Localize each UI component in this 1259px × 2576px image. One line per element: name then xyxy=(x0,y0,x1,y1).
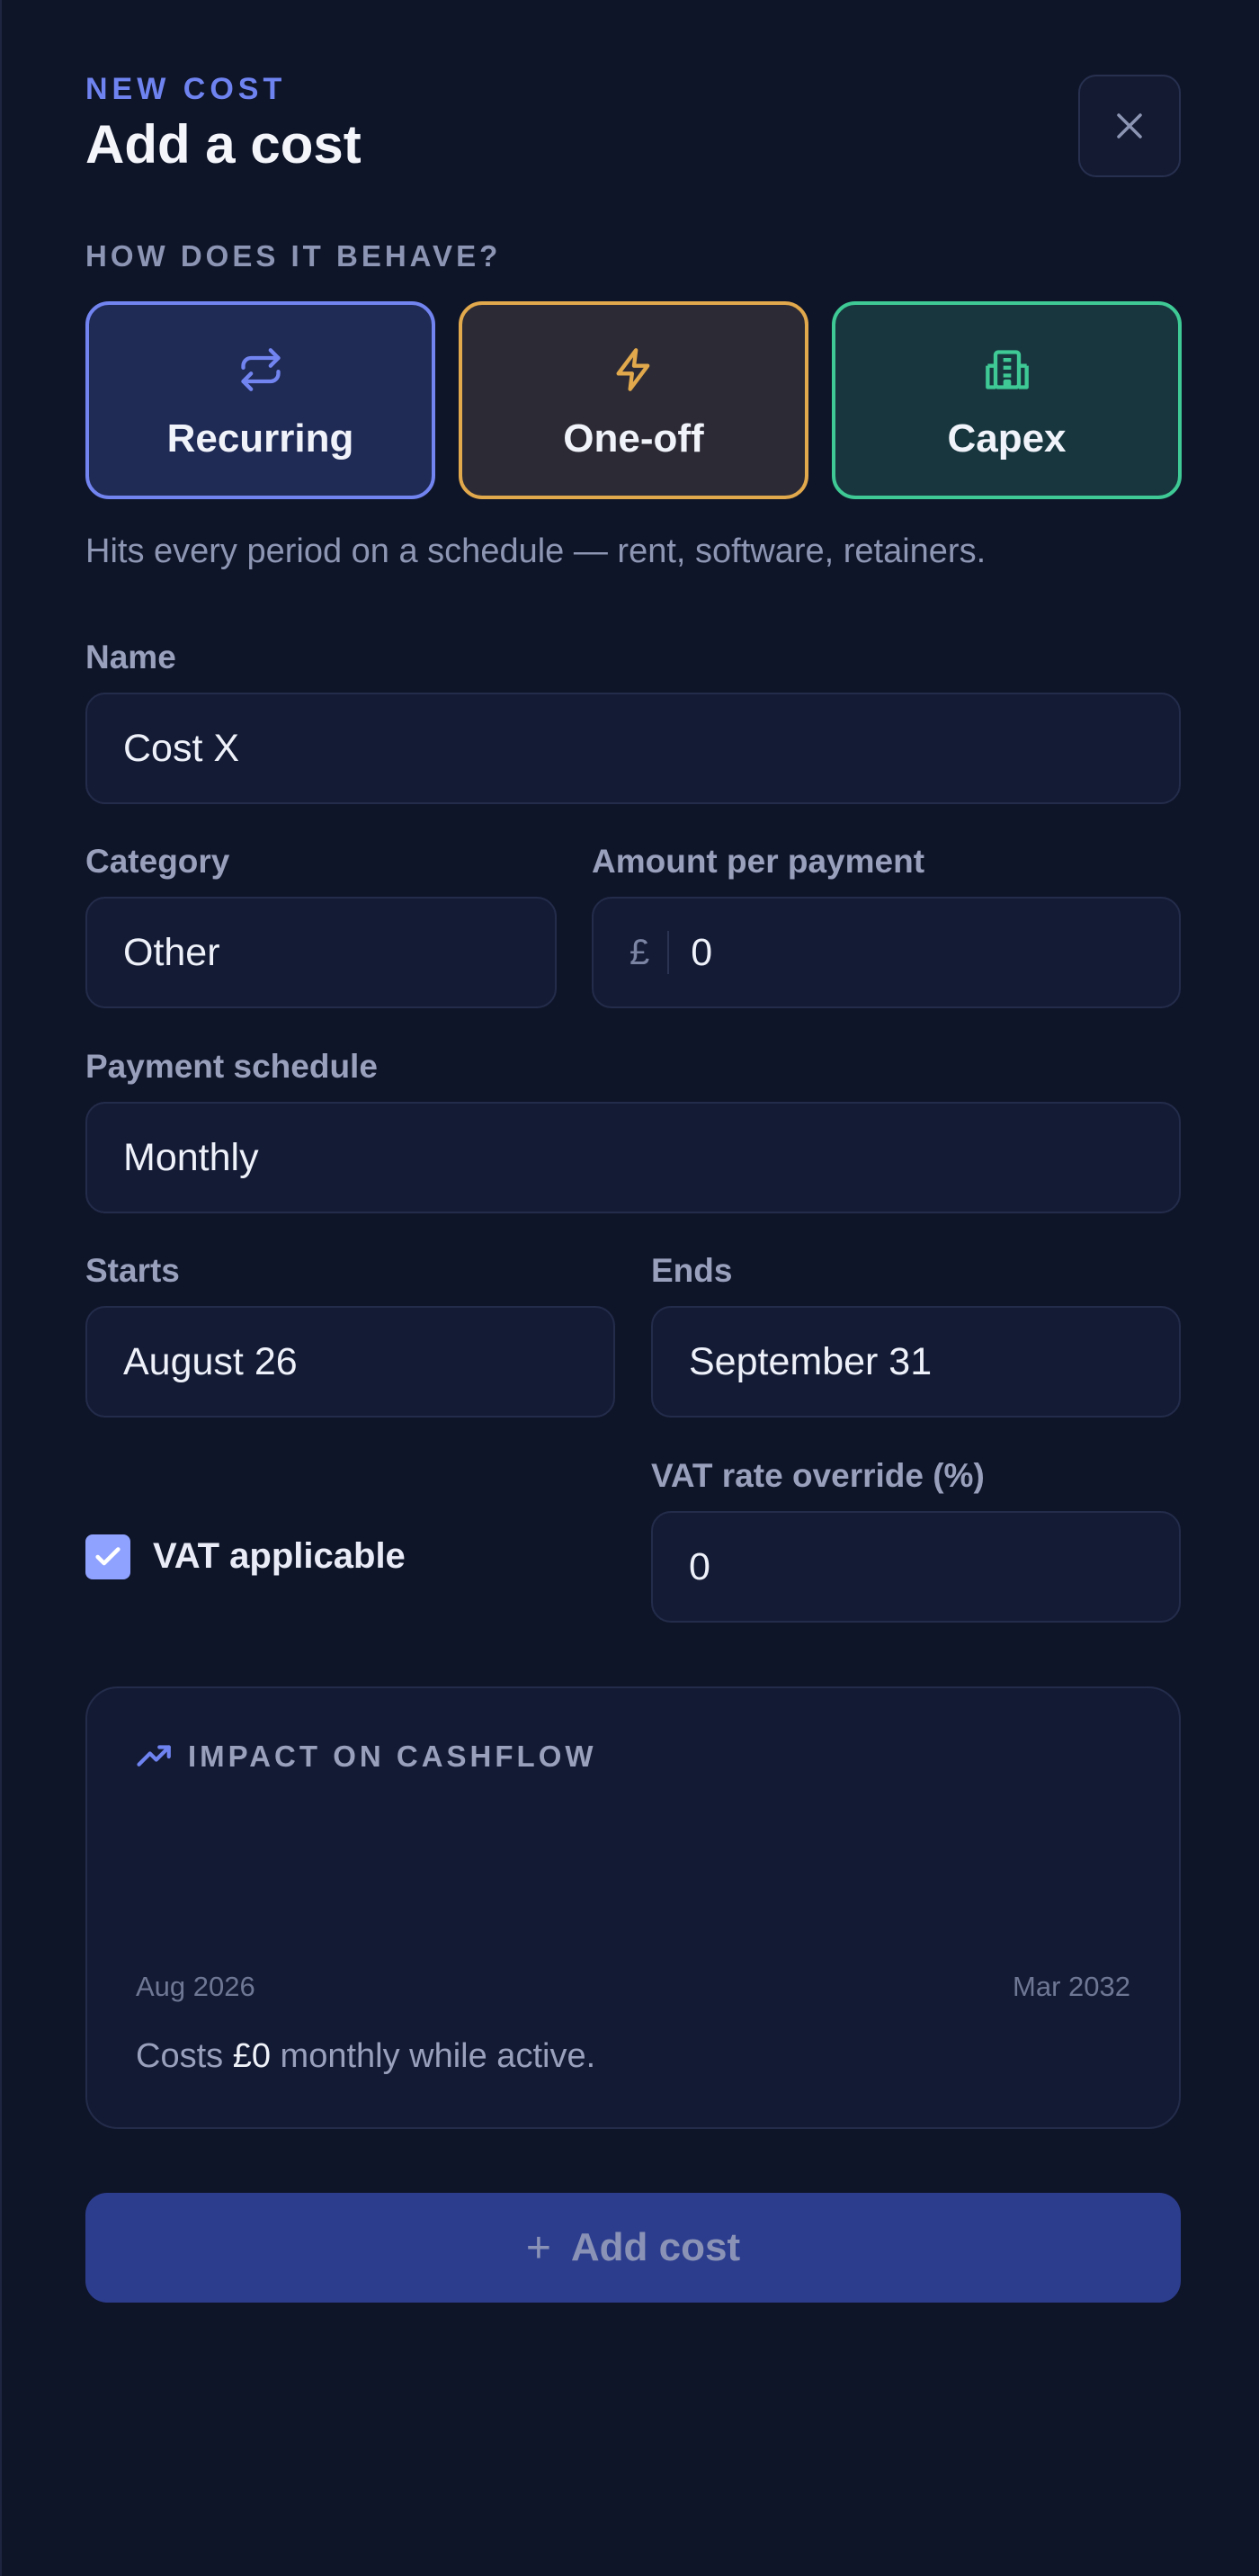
impact-summary: Costs £0 monthly while active. xyxy=(136,2037,595,2076)
schedule-value: Monthly xyxy=(123,1135,259,1179)
add-cost-label: Add cost xyxy=(570,2225,741,2269)
ends-date-field[interactable]: September 31 xyxy=(651,1306,1181,1418)
starts-label: Starts xyxy=(85,1252,180,1289)
trend-up-icon xyxy=(137,1745,171,1767)
impact-start-date: Aug 2026 xyxy=(136,1971,255,2002)
vat-checkbox[interactable] xyxy=(85,1534,130,1579)
name-input[interactable]: Cost X xyxy=(85,693,1181,804)
amount-input[interactable]: £ 0 xyxy=(592,897,1181,1008)
impact-title: IMPACT ON CASHFLOW xyxy=(188,1740,597,1773)
impact-summary-amount: £0 xyxy=(232,2037,271,2075)
add-cost-button[interactable]: + Add cost xyxy=(85,2193,1181,2303)
amount-label: Amount per payment xyxy=(592,843,925,880)
type-capex-button[interactable]: Capex xyxy=(832,301,1182,499)
page-title: Add a cost xyxy=(85,114,362,174)
plus-icon: + xyxy=(525,2223,551,2272)
type-capex-label: Capex xyxy=(947,416,1067,461)
building-icon xyxy=(985,350,1029,389)
close-icon xyxy=(1117,113,1142,139)
type-oneoff-label: One-off xyxy=(563,416,704,461)
impact-summary-prefix: Costs xyxy=(136,2037,233,2075)
currency-symbol: £ xyxy=(630,931,670,974)
behaviour-label: HOW DOES IT BEHAVE? xyxy=(85,239,502,273)
panel-eyebrow: NEW COST xyxy=(85,72,287,106)
starts-value: August 26 xyxy=(123,1339,298,1383)
category-select[interactable]: Other xyxy=(85,897,557,1008)
name-value: Cost X xyxy=(123,726,240,770)
schedule-label: Payment schedule xyxy=(85,1048,378,1085)
vat-rate-input[interactable]: 0 xyxy=(651,1511,1181,1623)
ends-label: Ends xyxy=(651,1252,733,1289)
vat-rate-label: VAT rate override (%) xyxy=(651,1457,985,1494)
type-oneoff-button[interactable]: One-off xyxy=(459,301,808,499)
type-recurring-button[interactable]: Recurring xyxy=(85,301,435,499)
name-label: Name xyxy=(85,639,176,675)
repeat-icon xyxy=(240,348,281,391)
category-label: Category xyxy=(85,843,230,880)
amount-value: 0 xyxy=(691,930,713,974)
lightning-icon xyxy=(616,348,649,391)
vat-rate-value: 0 xyxy=(689,1544,710,1588)
impact-card: IMPACT ON CASHFLOW Aug 2026 Mar 2032 Cos… xyxy=(85,1686,1181,2129)
starts-date-field[interactable]: August 26 xyxy=(85,1306,615,1418)
schedule-select[interactable]: Monthly xyxy=(85,1102,1181,1213)
ends-value: September 31 xyxy=(689,1339,933,1383)
behaviour-hint: Hits every period on a schedule — rent, … xyxy=(85,532,987,570)
impact-summary-suffix: monthly while active. xyxy=(270,2037,596,2075)
type-recurring-label: Recurring xyxy=(166,416,354,461)
vat-label: VAT applicable xyxy=(153,1536,406,1576)
checkmark-icon xyxy=(95,1547,121,1566)
add-cost-panel: NEW COST Add a cost HOW DOES IT BEHAVE? … xyxy=(0,0,1259,2576)
category-value: Other xyxy=(123,930,220,974)
impact-end-date: Mar 2032 xyxy=(1013,1971,1130,2002)
close-button[interactable] xyxy=(1078,75,1181,177)
